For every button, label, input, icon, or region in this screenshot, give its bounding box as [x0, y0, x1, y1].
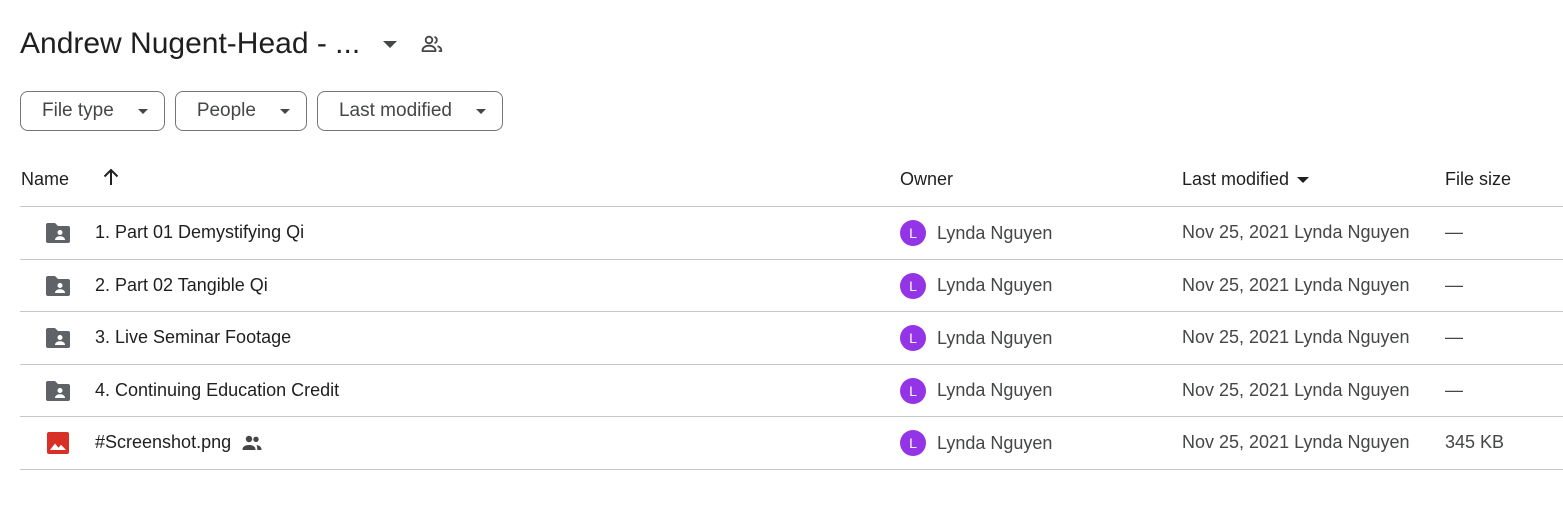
avatar: L	[900, 430, 926, 456]
last-modified-cell: Nov 25, 2021 Lynda Nguyen	[1182, 222, 1410, 242]
owner-cell: L Lynda Nguyen	[900, 377, 1053, 404]
file-size-cell: —	[1445, 379, 1463, 400]
file-row[interactable]: 1. Part 01 Demystifying Qi L Lynda Nguye…	[20, 207, 1563, 260]
last-modified-cell: Nov 25, 2021 Lynda Nguyen	[1182, 379, 1410, 400]
file-name-cell: #Screenshot.png	[95, 432, 263, 453]
name-column-header[interactable]: Name	[21, 169, 69, 190]
shared-folder-icon	[44, 379, 72, 403]
people-filter[interactable]: People	[174, 91, 307, 131]
filter-chips: File type People Last modified	[20, 91, 503, 131]
caret-down-icon	[137, 108, 148, 114]
file-size-cell: —	[1445, 222, 1463, 242]
chip-label: File type	[42, 100, 114, 121]
shared-folder-icon	[44, 326, 72, 350]
owner-name: Lynda Nguyen	[937, 275, 1053, 295]
owner-name: Lynda Nguyen	[937, 432, 1053, 453]
people-outline-icon[interactable]	[416, 28, 448, 60]
owner-name: Lynda Nguyen	[937, 380, 1053, 400]
last-modified-header-label: Last modified	[1182, 169, 1290, 189]
chevron-down-icon[interactable]	[374, 28, 406, 60]
drive-folder-view: Andrew Nugent-Head - ... File type Peopl…	[0, 0, 1563, 505]
last-modified-cell: Nov 25, 2021 Lynda Nguyen	[1182, 274, 1410, 295]
last-modified-cell: Nov 25, 2021 Lynda Nguyen	[1182, 432, 1410, 452]
shared-people-icon	[241, 434, 263, 452]
owner-cell: L Lynda Nguyen	[900, 430, 1052, 456]
last-modified-column-header[interactable]: Last modified	[1182, 169, 1310, 190]
caret-down-icon	[476, 108, 486, 114]
file-name: 1. Part 01 Demystifying Qi	[95, 222, 305, 242]
file-row[interactable]: #Screenshot.png L Lynda Nguyen Nov 25, 2…	[20, 417, 1563, 470]
chip-label: Last modified	[338, 100, 452, 121]
file-row[interactable]: 4. Continuing Education Credit L Lynda N…	[20, 365, 1563, 417]
file-size-cell: —	[1445, 327, 1463, 347]
last-modified-cell: Nov 25, 2021 Lynda Nguyen	[1182, 327, 1410, 347]
file-type-filter[interactable]: File type	[20, 91, 165, 131]
shared-folder-icon	[44, 221, 72, 245]
chip-label: People	[196, 100, 256, 121]
owner-column-header[interactable]: Owner	[900, 169, 953, 190]
file-name: 3. Live Seminar Footage	[95, 327, 292, 347]
file-name: 4. Continuing Education Credit	[95, 379, 340, 400]
file-size-cell: —	[1445, 274, 1463, 295]
owner-cell: L Lynda Nguyen	[900, 272, 1053, 299]
file-name: #Screenshot.png	[95, 432, 232, 452]
shared-folder-icon	[44, 274, 72, 298]
owner-name: Lynda Nguyen	[937, 327, 1053, 348]
avatar: L	[900, 325, 926, 351]
image-file-icon	[44, 431, 72, 455]
column-header-row: Name Owner Last modified File size	[20, 155, 1563, 207]
file-name: 2. Part 02 Tangible Qi	[95, 274, 268, 295]
file-size-column-header[interactable]: File size	[1445, 169, 1511, 190]
sort-desc-icon	[1297, 176, 1310, 183]
owner-cell: L Lynda Nguyen	[900, 325, 1052, 351]
avatar: L	[900, 377, 926, 404]
owner-name: Lynda Nguyen	[937, 222, 1053, 243]
last-modified-filter[interactable]: Last modified	[316, 91, 503, 131]
avatar: L	[900, 272, 926, 299]
arrow-up-icon[interactable]	[100, 166, 122, 188]
owner-cell: L Lynda Nguyen	[900, 220, 1052, 246]
file-row[interactable]: 3. Live Seminar Footage L Lynda Nguyen N…	[20, 312, 1563, 365]
caret-down-icon	[279, 108, 290, 114]
file-list: 1. Part 01 Demystifying Qi L Lynda Nguye…	[20, 207, 1563, 470]
folder-title[interactable]: Andrew Nugent-Head - ...	[20, 22, 360, 66]
file-size-cell: 345 KB	[1445, 432, 1505, 452]
avatar: L	[900, 220, 926, 246]
file-row[interactable]: 2. Part 02 Tangible Qi L Lynda Nguyen No…	[20, 260, 1563, 312]
title-row: Andrew Nugent-Head - ...	[20, 22, 448, 66]
